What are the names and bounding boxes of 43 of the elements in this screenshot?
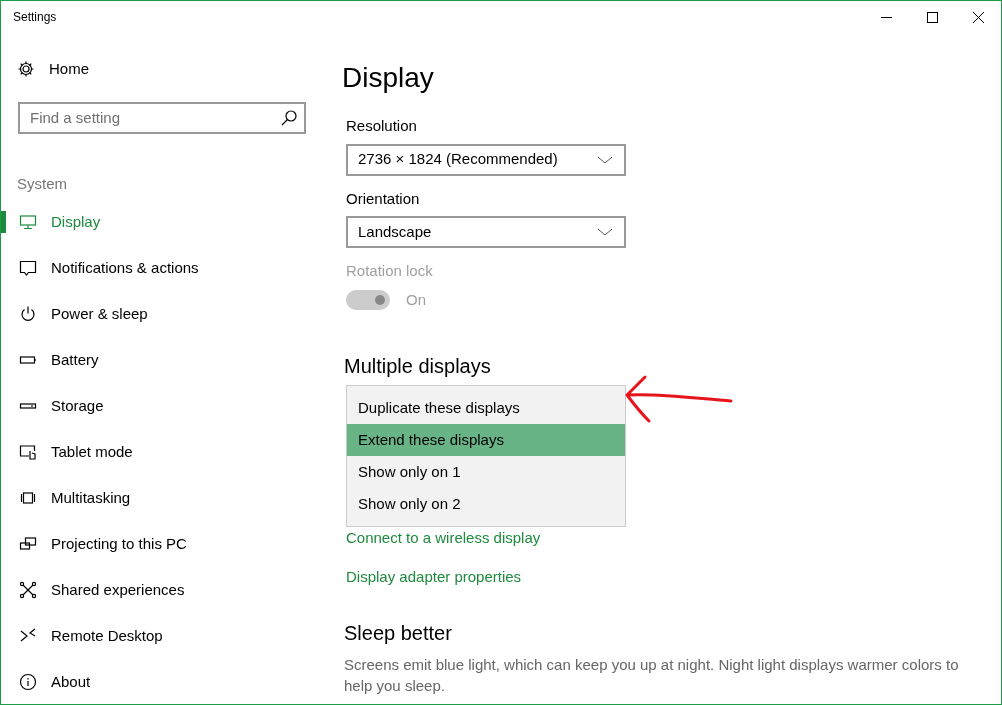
link[interactable]: Connect to a wireless display <box>346 527 541 550</box>
dropdown[interactable]: 2736 × 1824 (Recommended) <box>346 143 626 176</box>
sidebar-item[interactable]: Projecting to this PC <box>1 521 313 567</box>
toggle-state: On <box>406 289 426 310</box>
search-icon <box>280 108 298 127</box>
search-field[interactable]: Find a setting <box>18 101 306 134</box>
sidebar-item[interactable]: Shared experiences <box>1 567 313 613</box>
page-title: Display <box>342 61 435 95</box>
dropdown[interactable]: Landscape <box>346 216 626 248</box>
description-text: Screens emit blue light, which can keep you up at night. Night light displays warmer colors to help you sleep. <box>344 655 960 696</box>
settings-icon <box>17 60 35 79</box>
link[interactable]: Display adapter properties <box>346 565 522 588</box>
info-icon <box>19 673 37 691</box>
sidebar-item[interactable]: Storage <box>1 383 313 429</box>
window-frames-icon <box>19 489 37 507</box>
sidebar-item[interactable]: Notifications & actions <box>1 245 313 291</box>
maximize-icon <box>926 11 938 23</box>
power-icon <box>19 305 37 323</box>
sidebar-item[interactable]: About <box>1 659 313 704</box>
sidebar-item[interactable]: Tablet mode <box>1 429 313 475</box>
sidebar-item[interactable]: Battery <box>1 337 313 383</box>
sidebar-item[interactable]: Remote Desktop <box>1 613 313 659</box>
field-label: Orientation <box>346 188 421 209</box>
section-heading: Sleep better <box>344 621 453 646</box>
sidebar-item[interactable]: Power & sleep <box>1 291 313 337</box>
close-icon <box>972 11 984 23</box>
speech-bubble-icon <box>19 259 37 277</box>
dropdown-option[interactable]: Extend these displays <box>347 424 625 456</box>
section-heading: Multiple displays <box>344 354 492 379</box>
field-label: Resolution <box>346 116 418 136</box>
screens-icon <box>19 535 37 553</box>
dropdown-option[interactable]: Show only on 2 <box>347 488 625 520</box>
window-title: Settings <box>12 9 58 26</box>
monitor-icon <box>19 213 37 231</box>
field-label: Rotation lock <box>346 261 434 281</box>
network-nodes-icon <box>19 581 37 599</box>
home-button[interactable]: Home <box>1 57 95 82</box>
dropdown-option[interactable]: Duplicate these displays <box>347 392 625 424</box>
dropdown-option[interactable]: Show only on 1 <box>347 456 625 488</box>
sidebar-item[interactable]: Multitasking <box>1 475 313 521</box>
sidebar-item[interactable]: Display <box>1 199 313 245</box>
tablet-hand-icon <box>19 443 37 461</box>
section-heading: System <box>17 173 68 194</box>
